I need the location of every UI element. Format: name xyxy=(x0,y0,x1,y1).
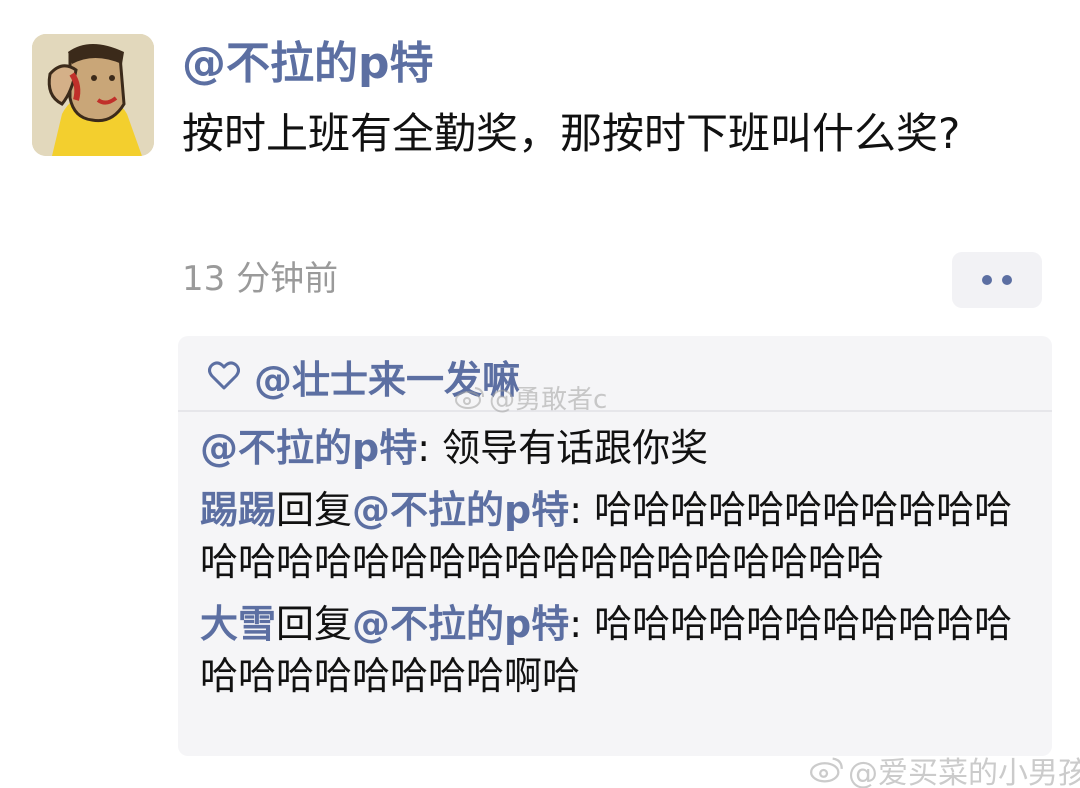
weibo-logo-icon xyxy=(810,757,843,783)
comment-item[interactable]: 踢踢回复@不拉的p特: 哈哈哈哈哈哈哈哈哈哈哈哈哈哈哈哈哈哈哈哈哈哈哈哈哈哈哈哈… xyxy=(200,484,1040,588)
comment-author[interactable]: @不拉的p特 xyxy=(200,426,417,470)
reply-word: 回复 xyxy=(276,488,353,532)
post-author[interactable]: @不拉的p特 xyxy=(182,34,434,94)
more-dot-icon xyxy=(982,275,992,285)
watermark-text: @勇敢者c xyxy=(489,385,608,415)
reply-target[interactable]: @不拉的p特 xyxy=(352,488,569,532)
comments-panel: @壮士来一发嘛 @不拉的p特: 领导有话跟你奖 踢踢回复@不拉的p特: 哈哈哈哈… xyxy=(178,336,1052,756)
divider xyxy=(178,410,1052,412)
more-dot-icon xyxy=(1002,275,1012,285)
reply-word: 回复 xyxy=(276,602,353,646)
post-timestamp: 13 分钟前 xyxy=(182,259,339,299)
reply-target[interactable]: @不拉的p特 xyxy=(352,602,569,646)
comment-author[interactable]: 踢踢 xyxy=(200,488,276,532)
comment-text: 领导有话跟你奖 xyxy=(442,426,709,470)
comment-author[interactable]: 大雪 xyxy=(200,602,276,646)
more-options-button[interactable] xyxy=(952,252,1042,308)
heart-outline-icon[interactable] xyxy=(208,361,240,391)
comment-item[interactable]: 大雪回复@不拉的p特: 哈哈哈哈哈哈哈哈哈哈哈哈哈哈哈哈哈哈哈啊哈 xyxy=(200,598,1040,702)
watermark-top: @勇敢者c xyxy=(455,379,607,416)
watermark-text: @爱买菜的小男孩 xyxy=(848,756,1080,788)
weibo-logo-icon xyxy=(455,386,484,409)
comment-list: @不拉的p特: 领导有话跟你奖 踢踢回复@不拉的p特: 哈哈哈哈哈哈哈哈哈哈哈哈… xyxy=(200,422,1040,712)
post-text: 按时上班有全勤奖，那按时下班叫什么奖? xyxy=(182,109,961,158)
comment-separator: : xyxy=(569,602,595,646)
comment-separator: : xyxy=(569,488,595,532)
avatar[interactable] xyxy=(32,34,154,156)
comment-item[interactable]: @不拉的p特: 领导有话跟你奖 xyxy=(200,422,1040,474)
watermark-bottom: @爱买菜的小男孩 xyxy=(810,748,1080,788)
avatar-illustration xyxy=(32,34,154,156)
comment-separator: : xyxy=(417,426,443,470)
